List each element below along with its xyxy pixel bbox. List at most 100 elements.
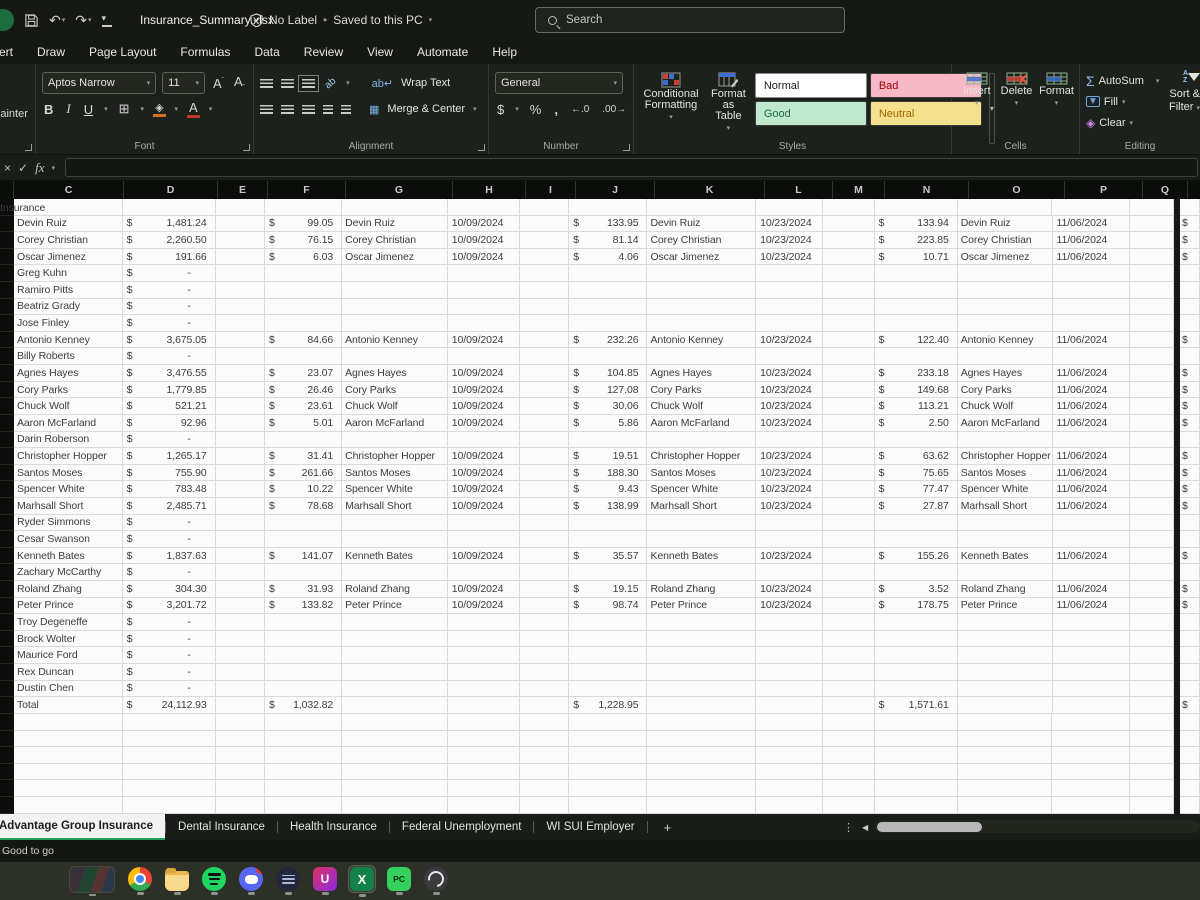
cell-C[interactable]: Aaron McFarland [14, 415, 123, 432]
cell-G[interactable] [342, 348, 448, 365]
ribbon-tab-help[interactable]: Help [480, 45, 529, 59]
cell-P[interactable]: 11/06/2024 [1053, 598, 1130, 615]
cell-K[interactable] [647, 315, 756, 332]
cell-I[interactable] [520, 199, 569, 216]
sensitivity-label[interactable]: No Label [269, 13, 317, 27]
column-header-G[interactable]: G [346, 181, 453, 199]
cell-K[interactable] [647, 797, 756, 814]
cell-O[interactable]: Agnes Hayes [958, 365, 1053, 382]
cancel-button[interactable]: × [4, 161, 11, 175]
cell-E[interactable] [216, 348, 265, 365]
cell-M[interactable] [823, 647, 874, 664]
cell-J[interactable]: $104.85 [569, 365, 647, 382]
row-header[interactable] [0, 432, 14, 449]
cell-N[interactable] [875, 515, 958, 532]
cell-J[interactable] [569, 797, 647, 814]
ribbon-tab-automate[interactable]: Automate [405, 45, 480, 59]
ribbon-tab-insert[interactable]: Insert [0, 45, 25, 59]
cell-L[interactable] [756, 664, 823, 681]
cell-Q[interactable] [1130, 315, 1174, 332]
cell-F[interactable] [265, 747, 342, 764]
cell-G[interactable] [342, 614, 448, 631]
sheet-tab-active[interactable]: Advantage Group Insurance [0, 814, 165, 840]
underline-button[interactable]: U [82, 102, 95, 117]
cell-E[interactable] [216, 780, 265, 797]
cell-I[interactable] [520, 481, 569, 498]
cell-H[interactable] [448, 515, 520, 532]
cell-O[interactable] [958, 199, 1053, 216]
cell-H[interactable]: 10/09/2024 [448, 232, 520, 249]
cell-H[interactable]: 10/09/2024 [448, 548, 520, 565]
cell-L[interactable] [756, 531, 823, 548]
alignment-dialog-launcher-icon[interactable] [478, 144, 485, 151]
cell-Q[interactable] [1130, 382, 1174, 399]
cell-P[interactable]: 11/06/2024 [1053, 465, 1130, 482]
cell-P[interactable]: 11/06/2024 [1053, 548, 1130, 565]
cell-L[interactable]: 10/23/2024 [756, 448, 823, 465]
cell-K[interactable] [647, 780, 756, 797]
cell-E[interactable] [216, 465, 265, 482]
cell-D[interactable]: $- [123, 299, 216, 316]
cell-L[interactable] [756, 731, 823, 748]
cell-I[interactable] [520, 265, 569, 282]
cell-L[interactable] [756, 199, 823, 216]
cell-I[interactable] [520, 432, 569, 449]
taskbar-item-chrome[interactable] [127, 867, 153, 895]
taskbar-item-discord[interactable] [238, 867, 264, 895]
cell-H[interactable]: 10/09/2024 [448, 382, 520, 399]
cell-C[interactable]: Roland Zhang [14, 581, 123, 598]
cell-G[interactable] [342, 747, 448, 764]
cell-C[interactable]: Zachary McCarthy [14, 564, 123, 581]
cell-O[interactable]: Corey Christian [958, 232, 1053, 249]
cell-K[interactable]: Marhsall Short [647, 498, 756, 515]
cell-K[interactable] [647, 299, 756, 316]
cell-N[interactable]: $149.68 [875, 382, 958, 399]
cell-N[interactable]: $133.94 [875, 216, 958, 233]
cell-F[interactable] [265, 299, 342, 316]
cell-N[interactable] [875, 265, 958, 282]
cell-I[interactable] [520, 348, 569, 365]
cell-O[interactable] [958, 780, 1053, 797]
column-header-E[interactable]: E [218, 181, 268, 199]
cell-D[interactable]: $- [123, 531, 216, 548]
cell-I[interactable] [520, 797, 569, 814]
cell-N[interactable] [875, 681, 958, 698]
cell-O[interactable] [958, 614, 1053, 631]
number-dialog-launcher-icon[interactable] [623, 144, 630, 151]
cell-K[interactable] [647, 282, 756, 299]
cell-H[interactable] [448, 714, 520, 731]
row-header[interactable] [0, 647, 14, 664]
cell-Q[interactable] [1130, 764, 1174, 781]
cell-M[interactable] [823, 531, 874, 548]
cell-M[interactable] [823, 199, 874, 216]
cell-O[interactable]: Antonio Kenney [958, 332, 1053, 349]
cell-H[interactable] [448, 315, 520, 332]
cell-P[interactable] [1053, 315, 1130, 332]
accessibility-status[interactable]: Accessibility: Good to go [0, 845, 54, 857]
cell-E[interactable] [216, 199, 265, 216]
cell-P[interactable] [1052, 714, 1129, 731]
sheet-tab-wi-sui-employer[interactable]: WI SUI Employer [534, 814, 646, 840]
cell-Q[interactable] [1130, 432, 1174, 449]
cell-P[interactable] [1052, 747, 1129, 764]
cell-O[interactable] [958, 764, 1053, 781]
cell-I[interactable] [520, 232, 569, 249]
cell-G[interactable] [342, 764, 448, 781]
cell-I[interactable] [520, 764, 569, 781]
cell-P[interactable] [1053, 647, 1130, 664]
cell-M[interactable] [823, 315, 874, 332]
row-header[interactable] [0, 481, 14, 498]
cell-N[interactable] [875, 731, 958, 748]
cell-K[interactable]: Cory Parks [647, 382, 756, 399]
cell-K[interactable]: Oscar Jimenez [647, 249, 756, 266]
cell-H[interactable] [448, 747, 520, 764]
cell-D[interactable]: $191.66 [123, 249, 216, 266]
cell-L[interactable] [756, 764, 823, 781]
ribbon-tab-formulas[interactable]: Formulas [168, 45, 242, 59]
cell-F[interactable]: $5.01 [265, 415, 342, 432]
cell-H[interactable]: 10/09/2024 [448, 465, 520, 482]
enter-button[interactable]: ✓ [18, 161, 28, 175]
cell-D[interactable]: $2,485.71 [123, 498, 216, 515]
cell-H[interactable]: 10/09/2024 [448, 398, 520, 415]
row-header[interactable] [0, 714, 14, 731]
